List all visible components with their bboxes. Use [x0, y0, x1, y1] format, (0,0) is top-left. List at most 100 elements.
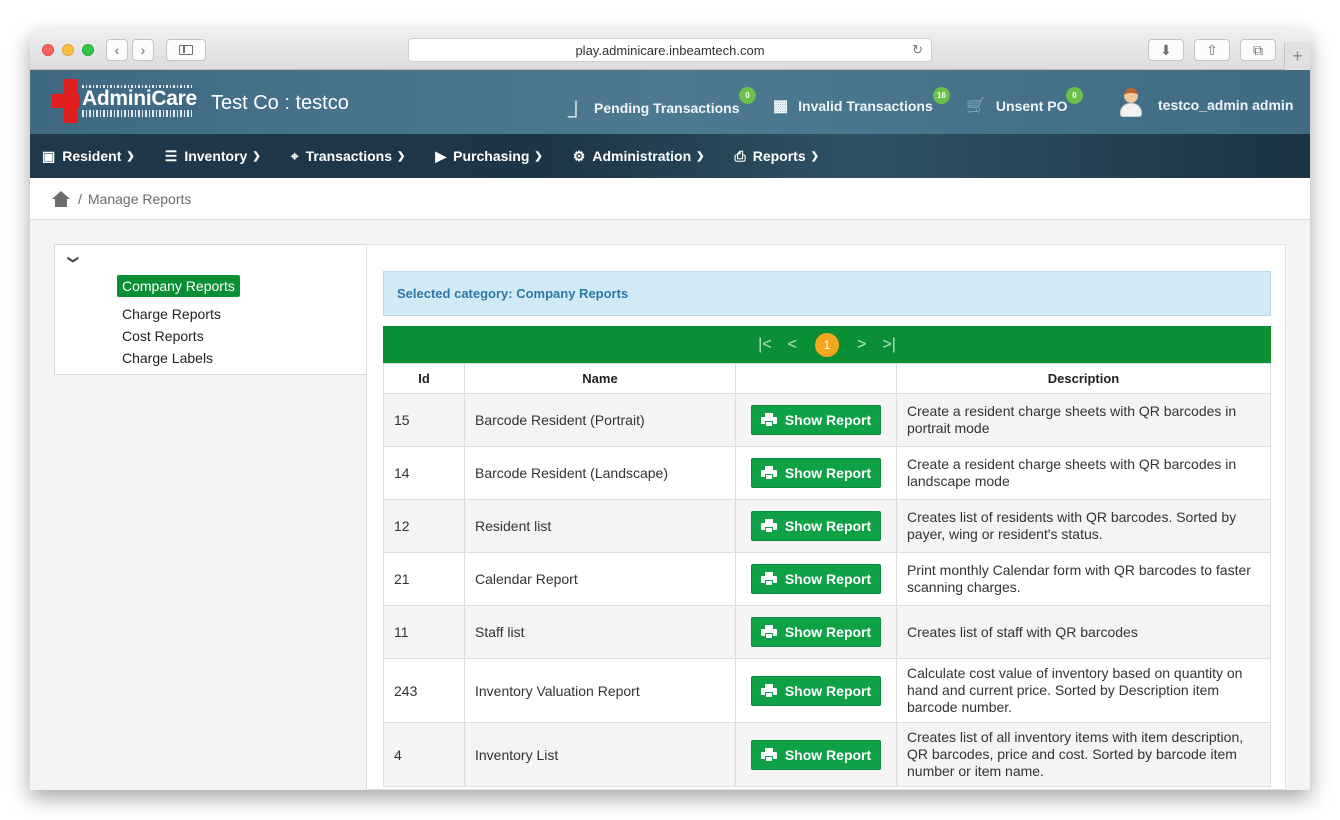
- chevron-down-icon: ❯: [396, 150, 406, 162]
- row-description: Creates list of residents with QR barcod…: [896, 499, 1271, 553]
- avatar-body: [1120, 103, 1142, 117]
- forward-button[interactable]: ›: [132, 39, 154, 61]
- reload-icon[interactable]: ↻: [912, 42, 923, 58]
- tree-item-cost-reports[interactable]: Cost Reports: [117, 325, 209, 347]
- last-page-button[interactable]: >|: [882, 336, 896, 354]
- download-icon: ⬇: [1160, 41, 1172, 58]
- row-name: Staff list: [464, 605, 736, 659]
- share-icon: ⇧: [1206, 41, 1218, 58]
- unsent-count-badge: 0: [1066, 87, 1083, 104]
- next-page-button[interactable]: >: [857, 336, 866, 354]
- address-bar[interactable]: play.adminicare.inbeamtech.com ↻: [408, 38, 932, 62]
- chevron-down-icon: ❯: [534, 150, 543, 162]
- downloads-button[interactable]: ⬇: [1148, 39, 1184, 61]
- printer-icon: [760, 572, 777, 586]
- row-id: 12: [383, 499, 465, 553]
- printer-icon: [760, 413, 777, 427]
- home-icon[interactable]: [52, 190, 70, 207]
- purchase-icon: ▶: [435, 147, 447, 164]
- printer-icon: [760, 466, 777, 480]
- printer-icon: ⎙: [734, 147, 746, 164]
- table-row: 14 Barcode Resident (Landscape) Show Rep…: [383, 446, 1271, 500]
- url-text: play.adminicare.inbeamtech.com: [575, 42, 765, 58]
- nav-resident-label: Resident: [62, 148, 122, 164]
- show-report-button[interactable]: Show Report: [751, 405, 881, 435]
- nav-administration[interactable]: ⚙ Administration ❯: [573, 148, 705, 165]
- nav-transactions[interactable]: ⌖ Transactions ❯: [291, 148, 406, 165]
- table-header-row: Id Name Description: [383, 363, 1271, 394]
- nav-transactions-label: Transactions: [305, 148, 392, 164]
- table-row: 4 Inventory List Show Report Creates lis…: [383, 722, 1271, 787]
- unsent-po-link[interactable]: 🛒 Unsent PO 0: [966, 87, 1083, 116]
- nav-resident[interactable]: ▣ Resident ❯: [42, 148, 135, 165]
- show-report-label: Show Report: [784, 624, 872, 640]
- adminicare-logo[interactable]: AdminiCare: [52, 79, 199, 123]
- chevron-down-icon[interactable]: ❯: [67, 255, 80, 264]
- nav-reports-label: Reports: [752, 148, 806, 164]
- maximize-window-button[interactable]: [82, 44, 94, 56]
- divider: [366, 375, 367, 790]
- sidebar-toggle-button[interactable]: [166, 39, 206, 61]
- pending-count-badge: 0: [739, 87, 756, 104]
- row-description: Create a resident charge sheets with QR …: [896, 446, 1271, 500]
- breadcrumb: / Manage Reports: [30, 178, 1310, 220]
- nav-inventory[interactable]: ☰ Inventory ❯: [165, 148, 261, 165]
- row-name: Resident list: [464, 499, 736, 553]
- id-card-icon: ▣: [42, 147, 56, 164]
- browser-toolbar: ‹ › play.adminicare.inbeamtech.com ↻ ⬇ ⇧…: [30, 30, 1310, 70]
- close-window-button[interactable]: [42, 44, 54, 56]
- printer-icon: [760, 747, 777, 762]
- plus-icon: +: [1292, 45, 1303, 66]
- user-menu[interactable]: testco_admin admin: [1158, 97, 1293, 113]
- show-report-button[interactable]: Show Report: [751, 564, 881, 594]
- first-page-button[interactable]: |<: [758, 336, 772, 354]
- window-controls: [42, 44, 94, 56]
- user-avatar[interactable]: [1118, 86, 1144, 118]
- show-report-button[interactable]: Show Report: [751, 511, 881, 541]
- table-row: 15 Barcode Resident (Portrait) Show Repo…: [383, 393, 1271, 447]
- pending-transactions-link[interactable]: ⏌ Pending Transactions 0: [568, 87, 756, 120]
- show-report-button[interactable]: Show Report: [751, 675, 881, 706]
- table-row: 12 Resident list Show Report Creates lis…: [383, 499, 1271, 553]
- invalid-count-badge: 16: [933, 87, 950, 104]
- nav-purchasing-label: Purchasing: [453, 148, 530, 164]
- row-id: 243: [383, 658, 465, 723]
- show-report-button[interactable]: Show Report: [751, 458, 881, 488]
- category-tree: ❯ Company Reports Charge Reports Cost Re…: [54, 244, 370, 375]
- row-name: Calendar Report: [464, 552, 736, 606]
- tree-item-charge-reports[interactable]: Charge Reports: [117, 303, 226, 325]
- share-button[interactable]: ⇧: [1194, 39, 1230, 61]
- home-base: [55, 198, 67, 207]
- tabs-overview-button[interactable]: ⧉: [1240, 39, 1276, 61]
- invalid-transactions-link[interactable]: ▦ Invalid Transactions 16: [773, 87, 950, 116]
- prev-page-button[interactable]: <: [788, 336, 797, 354]
- nav-reports[interactable]: ⎙ Reports ❯: [735, 148, 820, 165]
- column-action: [735, 363, 897, 394]
- back-button[interactable]: ‹: [106, 39, 128, 61]
- row-name: Inventory List: [464, 722, 736, 787]
- tree-item-charge-labels[interactable]: Charge Labels: [117, 347, 218, 369]
- home-roof: [52, 190, 70, 199]
- avatar-head: [1124, 88, 1138, 103]
- chevron-right-icon: ›: [140, 42, 146, 58]
- sidebar-icon: [179, 45, 193, 55]
- row-description: Creates list of staff with QR barcodes: [896, 605, 1271, 659]
- nav-purchasing[interactable]: ▶ Purchasing ❯: [435, 148, 542, 165]
- logo-text: AdminiCare: [80, 87, 199, 110]
- row-action-cell: Show Report: [735, 658, 897, 723]
- row-id: 14: [383, 446, 465, 500]
- new-tab-button[interactable]: +: [1284, 42, 1310, 70]
- show-report-button[interactable]: Show Report: [751, 739, 881, 770]
- row-action-cell: Show Report: [735, 722, 897, 787]
- minimize-window-button[interactable]: [62, 44, 74, 56]
- row-name: Inventory Valuation Report: [464, 658, 736, 723]
- tabs-icon: ⧉: [1253, 41, 1263, 58]
- row-id: 21: [383, 552, 465, 606]
- show-report-button[interactable]: Show Report: [751, 617, 881, 647]
- settings-icon: ⚙: [572, 147, 586, 164]
- chevron-down-icon: ❯: [696, 150, 705, 162]
- current-page-button[interactable]: 1: [815, 332, 839, 357]
- tree-item-company-reports[interactable]: Company Reports: [117, 275, 240, 297]
- row-description: Print monthly Calendar form with QR barc…: [896, 552, 1271, 606]
- gift-icon: ▦: [773, 98, 789, 115]
